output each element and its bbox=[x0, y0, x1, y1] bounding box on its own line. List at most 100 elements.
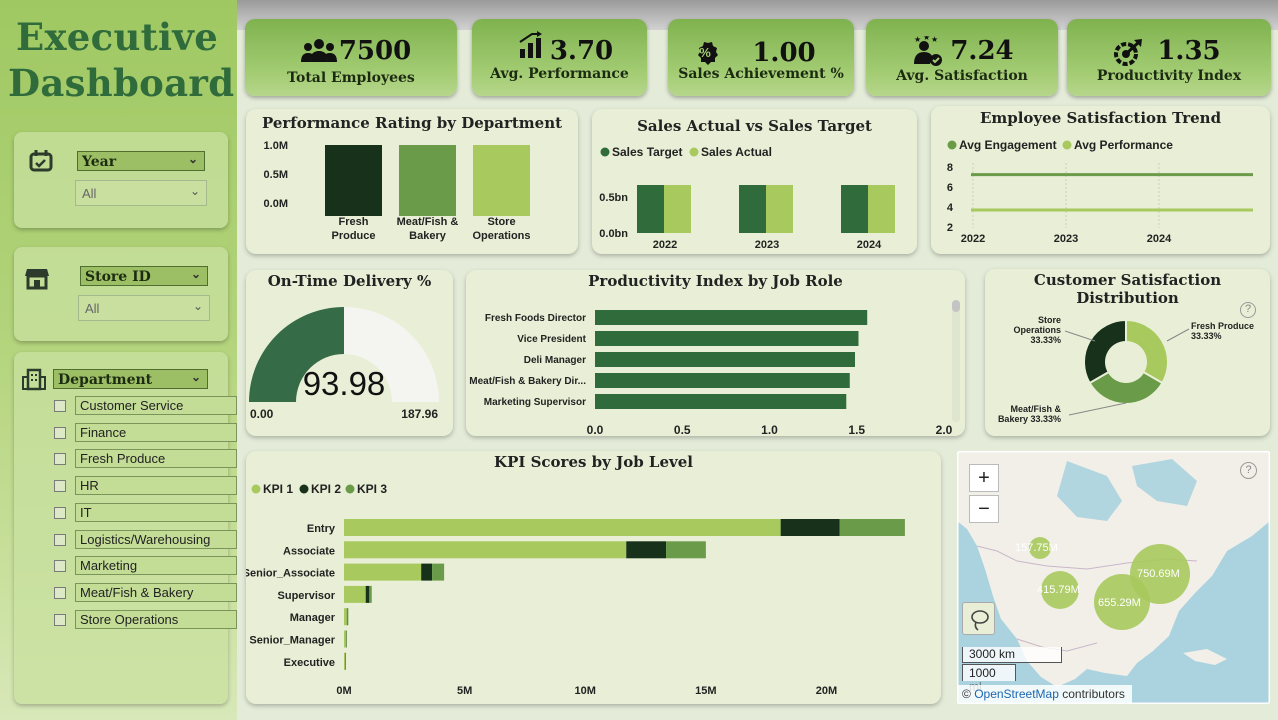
legend-dot bbox=[947, 140, 957, 150]
x-tick-label: 0M bbox=[336, 685, 351, 697]
kpi-scores-chart: KPI 1 KPI 2 KPI 3 Entry Associate Senior_Asso… bbox=[246, 482, 905, 697]
bar bbox=[344, 541, 627, 559]
store-id-dropdown[interactable]: Store ID ⌄ bbox=[80, 266, 208, 286]
department-item[interactable]: IT bbox=[75, 502, 237, 522]
slice-label: Bakery 33.33% bbox=[998, 414, 1061, 424]
x-tick-label: 2022 bbox=[961, 233, 985, 245]
bar bbox=[780, 519, 840, 536]
slice-label: 33.33% bbox=[1191, 331, 1222, 341]
store-id-value: All bbox=[85, 301, 100, 316]
x-tick-label: 5M bbox=[457, 685, 472, 697]
department-item[interactable]: Customer Service bbox=[75, 396, 237, 415]
department-slicer: Department ⌄ Customer Service Finance Fresh… bbox=[14, 352, 237, 704]
openstreetmap-link[interactable]: OpenStreetMap bbox=[974, 687, 1059, 701]
year-value: All bbox=[82, 186, 97, 201]
kpi-card-avg-performance: 3.70 Avg. Performance bbox=[472, 19, 647, 96]
x-tick-label: 1.0 bbox=[761, 423, 778, 436]
department-item[interactable]: Finance bbox=[75, 422, 237, 442]
kpi-card-productivity-index: 1.35 Productivity Index bbox=[1067, 19, 1271, 96]
y-tick-label: 0.0M bbox=[264, 198, 288, 210]
x-tick-label: 1.5 bbox=[848, 423, 865, 436]
x-tick-label: 0.0 bbox=[587, 423, 604, 436]
chevron-down-icon: ⌄ bbox=[192, 299, 203, 313]
department-item[interactable]: Meat/Fish & Bakery bbox=[75, 582, 237, 602]
department-checkbox[interactable] bbox=[54, 453, 66, 466]
x-tick-label: 0.5 bbox=[674, 423, 691, 436]
department-checkbox[interactable] bbox=[54, 586, 66, 599]
sales-card: Sales Actual vs Sales Target Sales Targe… bbox=[592, 109, 917, 254]
lasso-select-button[interactable] bbox=[962, 602, 995, 635]
dashboard-title: Executive Dashboard bbox=[8, 14, 234, 106]
y-tick-label: Associate bbox=[283, 545, 335, 557]
year-dropdown[interactable]: Year ⌄ bbox=[77, 151, 205, 171]
legend-dot bbox=[1062, 140, 1072, 150]
scrollbar-thumb[interactable] bbox=[952, 300, 960, 312]
bar bbox=[344, 563, 422, 581]
bar bbox=[344, 585, 366, 603]
bar bbox=[626, 541, 667, 559]
store-slicer: Store ID ⌄ All ⌄ bbox=[14, 247, 228, 341]
x-tick-label: Operations bbox=[472, 230, 530, 242]
legend-label: Avg Engagement bbox=[959, 138, 1057, 152]
performance-rating-chart: 1.0M 0.5M 0.0M Fresh Produce Meat/Fish & Baker… bbox=[264, 140, 531, 242]
bar bbox=[841, 185, 868, 233]
department-checkbox[interactable] bbox=[54, 506, 66, 519]
kpi-card-avg-satisfaction: ★ ★ ★ 7.24 Avg. Satisfaction bbox=[866, 19, 1058, 96]
bar bbox=[344, 652, 345, 670]
map-label: 750.69M bbox=[1137, 568, 1180, 580]
chevron-down-icon: ⌄ bbox=[187, 152, 198, 166]
y-tick-label: Entry bbox=[307, 523, 336, 535]
department-checkbox[interactable] bbox=[54, 480, 66, 493]
help-icon[interactable]: ? bbox=[1240, 302, 1256, 318]
department-checkbox[interactable] bbox=[54, 613, 66, 626]
y-tick-label: Meat/Fish & Bakery Dir... bbox=[469, 376, 586, 387]
kpi-card-total-employees: 7500 Total Employees bbox=[245, 19, 457, 96]
chevron-down-icon: ⌄ bbox=[190, 267, 201, 281]
bar bbox=[766, 185, 793, 233]
y-tick-label: 0.5bn bbox=[599, 192, 628, 204]
y-tick-label: 6 bbox=[947, 182, 953, 194]
year-label: Year bbox=[82, 154, 117, 170]
kpi-card-sales-achievement: % 1.00 Sales Achievement % bbox=[668, 19, 854, 96]
department-checkbox[interactable] bbox=[54, 400, 66, 412]
bar bbox=[399, 145, 456, 216]
x-tick-label: 2023 bbox=[755, 239, 779, 251]
department-item[interactable]: HR bbox=[75, 476, 237, 496]
y-tick-label: 0.0bn bbox=[599, 228, 628, 240]
department-item[interactable]: Fresh Produce bbox=[75, 449, 237, 469]
bar bbox=[365, 585, 370, 603]
store-id-select[interactable]: All ⌄ bbox=[78, 295, 210, 321]
map-card[interactable]: 157.75M 415.79M 655.29M 750.69M + − ? 30… bbox=[957, 451, 1270, 704]
help-icon[interactable]: ? bbox=[1240, 462, 1257, 479]
department-checkbox[interactable] bbox=[54, 560, 66, 573]
department-checkbox[interactable] bbox=[54, 533, 66, 546]
bar bbox=[344, 608, 347, 626]
scrollbar[interactable] bbox=[952, 300, 960, 422]
legend-label: Avg Performance bbox=[1074, 138, 1173, 152]
department-checkbox[interactable] bbox=[54, 426, 66, 439]
performance-rating-card: Performance Rating by Department 1.0M 0.5… bbox=[246, 109, 578, 254]
x-tick-label: 15M bbox=[695, 685, 716, 697]
department-item[interactable]: Store Operations bbox=[75, 609, 237, 629]
bar bbox=[325, 145, 382, 216]
bar bbox=[346, 630, 347, 648]
kpi-label: Avg. Satisfaction bbox=[896, 68, 1028, 84]
x-tick-label: Produce bbox=[331, 230, 375, 242]
department-item[interactable]: Logistics/Warehousing bbox=[75, 529, 237, 549]
legend-dot bbox=[600, 147, 610, 157]
legend-dot bbox=[689, 147, 699, 157]
bar bbox=[739, 185, 766, 233]
slice-label: Fresh Produce bbox=[1191, 321, 1254, 331]
slice-label: Operations bbox=[1013, 325, 1061, 335]
department-dropdown[interactable]: Department ⌄ bbox=[53, 369, 208, 389]
chevron-down-icon: ⌄ bbox=[189, 184, 200, 198]
slice-label: Meat/Fish & bbox=[1010, 404, 1061, 414]
satisfaction-trend-chart: Avg Engagement Avg Performance 8 6 4 2 2022 202… bbox=[947, 138, 1253, 245]
department-item[interactable]: Marketing bbox=[75, 556, 237, 576]
zoom-out-button[interactable]: − bbox=[969, 495, 999, 523]
x-tick-label: 2024 bbox=[1147, 233, 1172, 245]
on-time-delivery-card: On-Time Delivery % 93.98 0.00 187.96 bbox=[246, 270, 453, 436]
zoom-in-button[interactable]: + bbox=[969, 464, 999, 492]
year-select[interactable]: All ⌄ bbox=[75, 180, 207, 206]
bar bbox=[595, 352, 856, 367]
